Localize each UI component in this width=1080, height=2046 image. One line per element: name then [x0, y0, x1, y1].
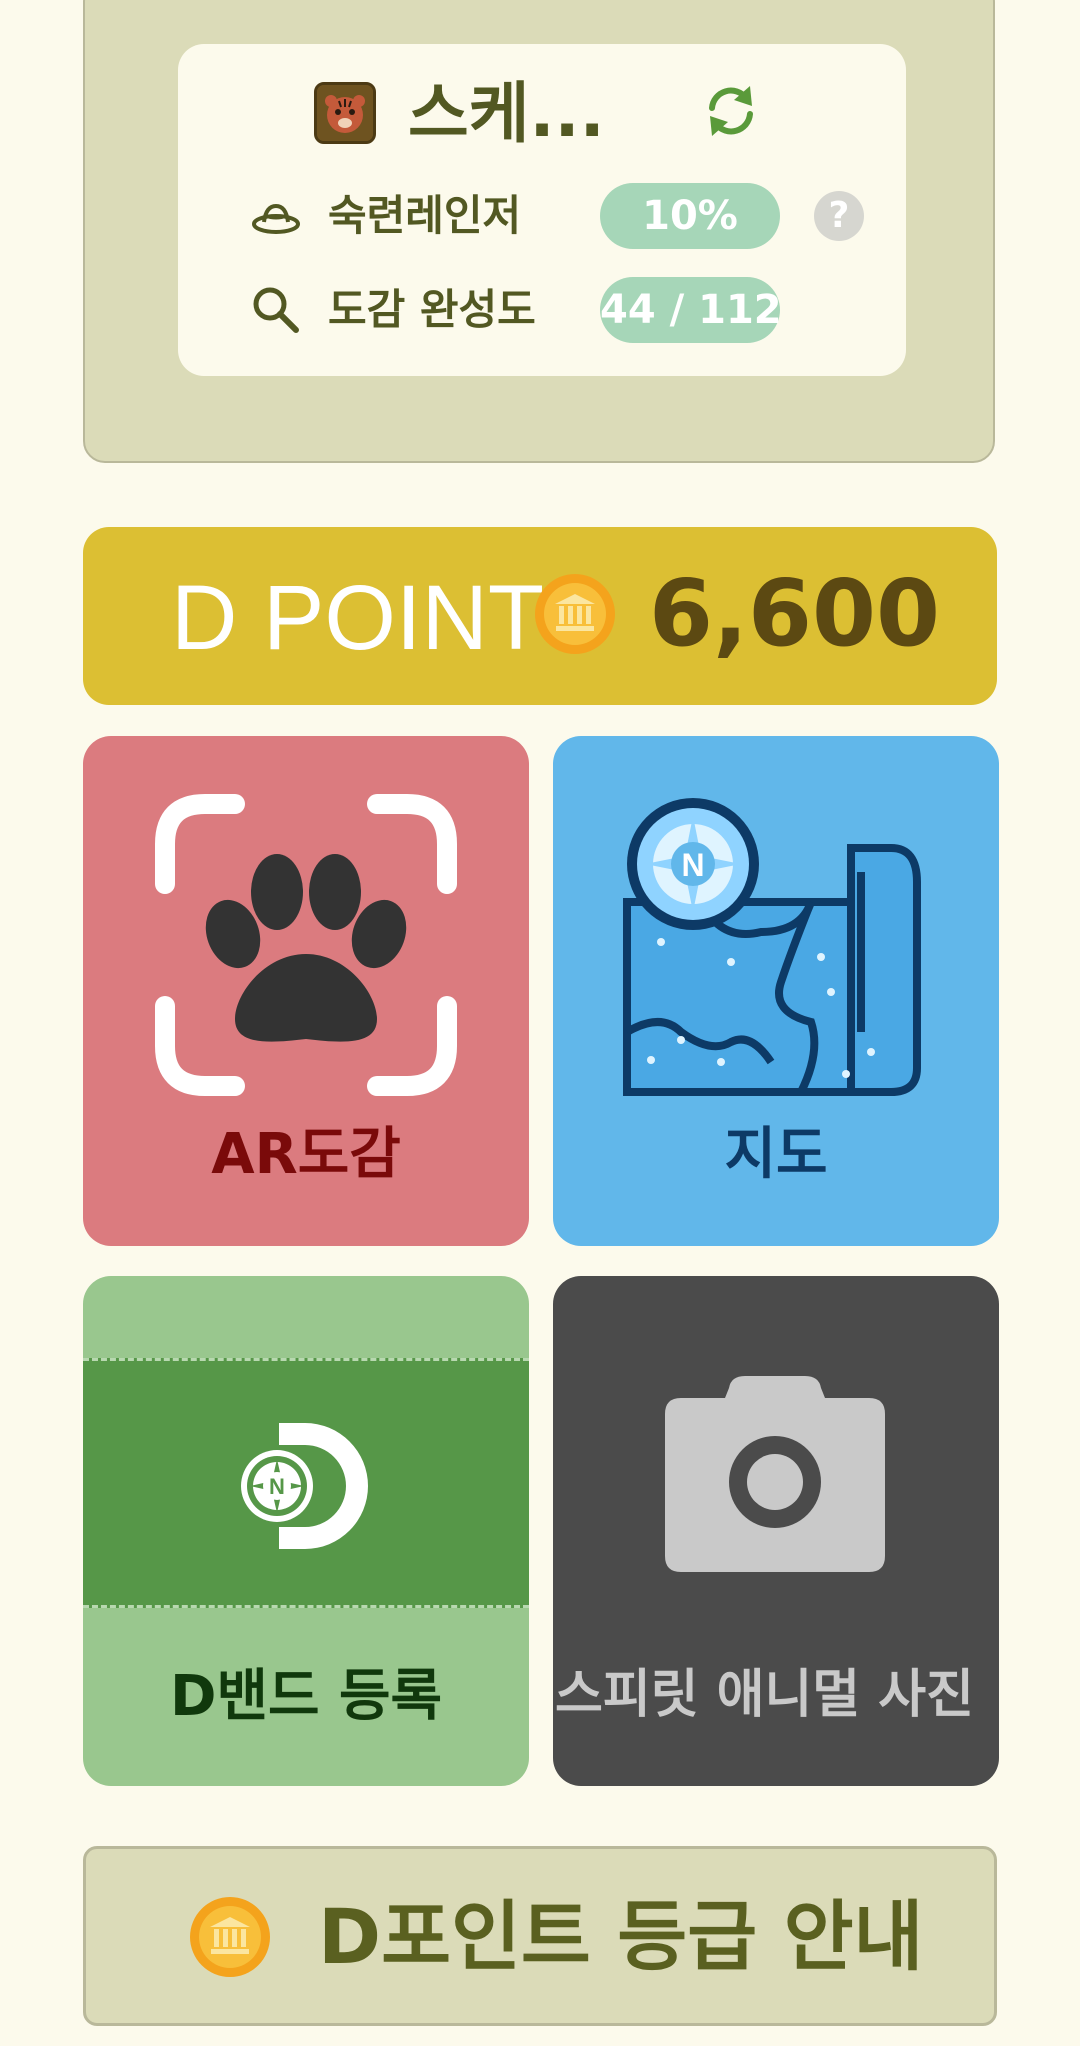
- svg-text:N: N: [681, 847, 704, 883]
- avatar[interactable]: [314, 82, 376, 144]
- map-tile[interactable]: N 지도: [553, 736, 999, 1246]
- stat-label-ranger: 숙련레인저: [328, 191, 522, 240]
- refresh-button[interactable]: [698, 78, 764, 144]
- map-icon: N: [623, 798, 921, 1096]
- camera-icon: [665, 1376, 885, 1572]
- stat-value-ranger: 10%: [600, 183, 780, 249]
- coin-icon: [190, 1897, 270, 1977]
- refresh-icon: [709, 86, 753, 136]
- coin-icon: [535, 574, 615, 654]
- dpoint-label: D POINT: [171, 567, 545, 669]
- tile-label-d-band: D밴드 등록: [169, 1664, 443, 1729]
- search-icon: [253, 287, 299, 333]
- d-band-logo-icon: N: [241, 1423, 368, 1549]
- tile-label-ar: AR도감: [211, 1122, 401, 1187]
- guide-label: D포인트 등급 안내: [318, 1892, 924, 1981]
- dpoint-grade-guide-button[interactable]: D포인트 등급 안내: [83, 1846, 997, 2026]
- stat-label-collection: 도감 완성도: [328, 285, 536, 334]
- ar-collection-tile[interactable]: AR도감: [83, 736, 529, 1246]
- tile-label-spirit-photo: 스피릿 애니멀 사진: [555, 1665, 974, 1725]
- stat-value-collection: 44 / 112: [600, 277, 782, 343]
- profile-panel: 스케... 숙련레인저 10% ? 도감 완성도 44 / 112: [83, 0, 995, 463]
- spirit-animal-photo-tile[interactable]: 스피릿 애니멀 사진: [553, 1276, 999, 1786]
- nickname: 스케...: [408, 75, 605, 152]
- tile-label-map: 지도: [724, 1122, 828, 1187]
- tiger-avatar-icon: [317, 85, 373, 141]
- svg-text:N: N: [269, 1474, 285, 1499]
- profile-card: 스케... 숙련레인저 10% ? 도감 완성도 44 / 112: [178, 44, 906, 376]
- ranger-hat-icon: [252, 203, 300, 234]
- d-band-banner: N: [83, 1358, 529, 1608]
- help-button[interactable]: ?: [814, 191, 864, 241]
- paw-scan-icon: [155, 794, 457, 1096]
- dpoint-value: 6,600: [649, 560, 941, 667]
- dpoint-bar[interactable]: D POINT 6,600: [83, 527, 997, 705]
- d-band-tile[interactable]: N D밴드 등록: [83, 1276, 529, 1786]
